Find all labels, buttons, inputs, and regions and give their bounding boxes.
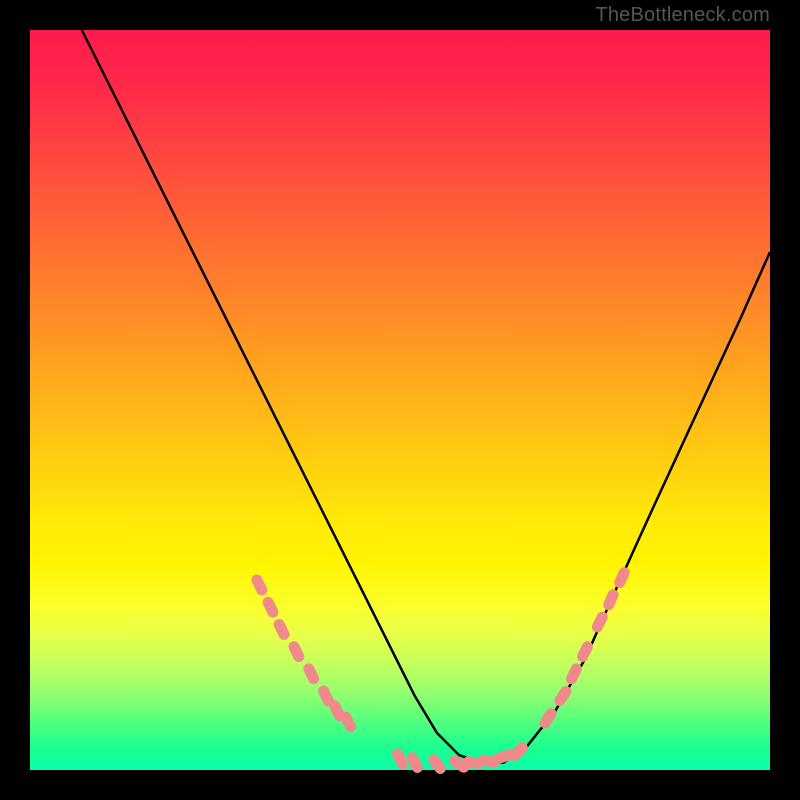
marker-left-cluster [287, 639, 307, 664]
marker-bottom-cluster [426, 752, 448, 776]
marker-left-cluster [301, 662, 321, 687]
curve-path [82, 30, 770, 763]
chart-overlay [30, 30, 770, 770]
chart-frame: TheBottleneck.com [0, 0, 800, 800]
attribution-label: TheBottleneck.com [595, 4, 770, 27]
bottleneck-curve [82, 30, 770, 763]
marker-right-cluster [601, 588, 620, 613]
marker-right-cluster [590, 610, 610, 635]
marker-right-cluster [552, 684, 573, 708]
marker-left-cluster [272, 617, 292, 642]
marker-left-cluster [261, 595, 281, 620]
marker-layer [250, 565, 632, 776]
marker-right-cluster [612, 565, 631, 590]
marker-left-cluster [250, 573, 270, 598]
